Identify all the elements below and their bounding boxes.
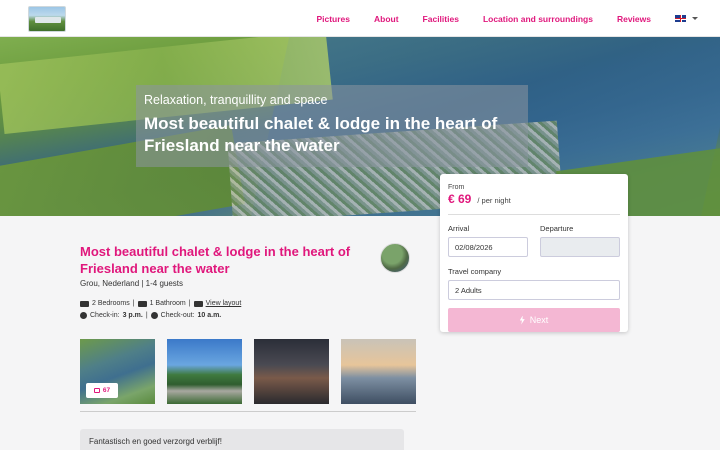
listing-location: Grou, Nederland | 1-4 guests (80, 279, 184, 288)
gallery-photo[interactable]: 67 (80, 339, 155, 404)
from-label: From (448, 184, 465, 191)
departure-input[interactable] (540, 237, 620, 257)
language-selector[interactable] (675, 15, 698, 22)
price-row: € 69 / per night (448, 192, 620, 206)
check-times: Check-in: 3 p.m. | Check-out: 10 a.m. (80, 312, 221, 319)
top-navbar: Pictures About Facilities Location and s… (0, 0, 720, 37)
arrival-input[interactable]: 02/08/2026 (448, 237, 528, 257)
review-card: Fantastisch en goed verzorgd verblijf! (80, 429, 404, 450)
departure-label: Departure (540, 224, 574, 233)
uk-flag-icon (675, 15, 686, 22)
next-button[interactable]: Next (448, 308, 620, 332)
layout-icon (193, 300, 203, 307)
nav-link-facilities[interactable]: Facilities (423, 14, 459, 24)
nav-links: Pictures About Facilities Location and s… (292, 0, 698, 37)
departure-field: Departure (540, 224, 620, 257)
photo-gallery: 67 (80, 339, 428, 404)
images-icon (93, 388, 100, 393)
checkout-time: 10 a.m. (197, 312, 222, 319)
logo-mark (35, 17, 61, 23)
listing-title: Most beautiful chalet & lodge in the hea… (80, 244, 351, 276)
clock-icon (80, 312, 87, 319)
checkin-label: Check-in: (90, 312, 120, 319)
view-layout-link[interactable]: View layout (206, 300, 242, 307)
gallery-photo[interactable] (341, 339, 416, 404)
hero-subtitle: Relaxation, tranquillity and space (144, 93, 328, 107)
bedrooms-text: 2 Bedrooms (92, 300, 130, 307)
bathroom-text: 1 Bathroom (149, 300, 186, 307)
next-button-label: Next (529, 315, 549, 325)
travel-company-label: Travel company (448, 267, 502, 276)
arrival-label: Arrival (448, 224, 470, 233)
chevron-down-icon (692, 17, 698, 20)
photo-count-badge[interactable]: 67 (86, 383, 118, 398)
nav-link-pictures[interactable]: Pictures (316, 14, 350, 24)
nav-link-location[interactable]: Location and surroundings (483, 14, 593, 24)
site-logo[interactable] (28, 6, 66, 32)
booking-widget: From € 69 / per night Arrival 02/08/2026… (440, 174, 628, 332)
listing-specs: 2 Bedrooms | 1 Bathroom | View layout (80, 300, 241, 307)
nav-link-reviews[interactable]: Reviews (617, 14, 651, 24)
bath-icon (137, 300, 147, 307)
lightning-bolt-icon (519, 315, 525, 325)
hero-title: Most beautiful chalet & lodge in the hea… (144, 114, 498, 155)
per-night-label: / per night (477, 196, 511, 205)
nav-link-about[interactable]: About (374, 14, 399, 24)
review-text: Fantastisch en goed verzorgd verblijf! (89, 437, 222, 446)
checkin-time: 3 p.m. (122, 312, 143, 319)
travel-company-field: Travel company 2 Adults (448, 267, 620, 300)
date-fields: Arrival 02/08/2026 Departure (448, 224, 620, 257)
divider (80, 411, 416, 412)
divider (448, 214, 620, 215)
bed-icon (80, 300, 89, 307)
arrival-field: Arrival 02/08/2026 (448, 224, 528, 257)
clock-icon (150, 312, 158, 319)
hero-caption: Relaxation, tranquillity and space Most … (136, 85, 528, 167)
price: € 69 (448, 192, 472, 206)
gallery-photo[interactable] (167, 339, 242, 404)
travel-company-select[interactable]: 2 Adults (448, 280, 620, 300)
host-avatar[interactable] (380, 243, 410, 273)
checkout-label: Check-out: (160, 312, 195, 319)
photo-count: 67 (102, 387, 111, 394)
gallery-photo[interactable] (254, 339, 329, 404)
